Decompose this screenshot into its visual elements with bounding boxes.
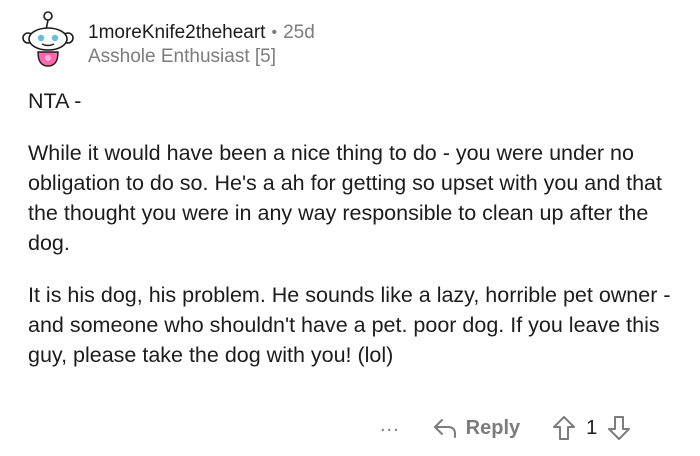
comment-paragraph: It is his dog, his problem. He sounds li…	[28, 283, 671, 367]
reply-button[interactable]: Reply	[432, 417, 520, 440]
snoo-avatar-icon	[22, 11, 74, 67]
comment-paragraph: While it would have been a nice thing to…	[28, 141, 662, 255]
avatar[interactable]	[18, 8, 78, 68]
user-flair: Asshole Enthusiast [5]	[88, 46, 276, 67]
comment-age: 25d	[283, 22, 315, 43]
meta-line: 1moreKnife2theheart • 25d	[88, 22, 315, 44]
reply-arrow-icon	[433, 419, 456, 438]
comment: 1moreKnife2theheart • 25d Asshole Enthus…	[0, 0, 700, 456]
vote-controls: 1	[552, 415, 631, 441]
comment-body: NTA - While it would have been a nice th…	[28, 86, 678, 392]
upvote-arrow-icon[interactable]	[552, 415, 576, 441]
vote-score: 1	[586, 416, 598, 439]
reply-label: Reply	[465, 416, 521, 439]
author-username[interactable]: 1moreKnife2theheart	[88, 22, 265, 44]
comment-paragraph: NTA -	[28, 89, 82, 113]
comment-header: 1moreKnife2theheart • 25d Asshole Enthus…	[18, 8, 315, 78]
comment-actions: ... Reply 1	[380, 410, 631, 446]
downvote-arrow-icon[interactable]	[607, 415, 631, 441]
meta-separator: •	[271, 24, 278, 41]
comment-meta: 1moreKnife2theheart • 25d Asshole Enthus…	[88, 22, 315, 68]
more-options-button[interactable]: ...	[380, 414, 400, 437]
